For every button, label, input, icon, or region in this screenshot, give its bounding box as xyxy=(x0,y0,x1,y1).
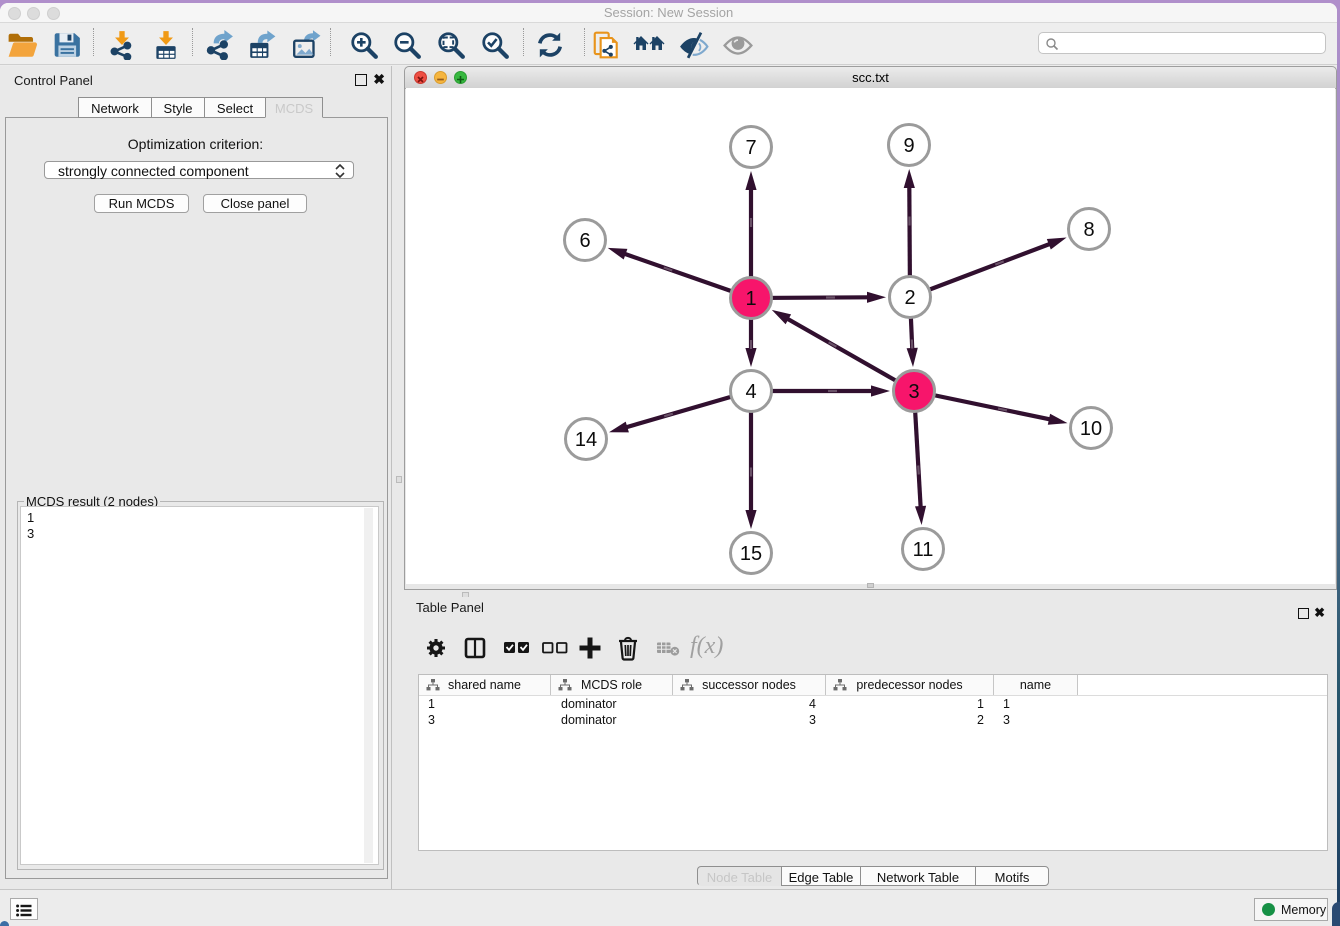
svg-text:15: 15 xyxy=(740,543,762,565)
svg-text:4: 4 xyxy=(745,381,756,403)
svg-text:10: 10 xyxy=(1080,418,1102,440)
svg-text:6: 6 xyxy=(579,230,590,252)
svg-text:14: 14 xyxy=(575,429,597,451)
svg-text:1: 1 xyxy=(745,288,756,310)
svg-text:8: 8 xyxy=(1083,219,1094,241)
svg-text:9: 9 xyxy=(903,135,914,157)
svg-text:11: 11 xyxy=(913,539,934,561)
svg-text:7: 7 xyxy=(745,137,756,159)
svg-text:2: 2 xyxy=(904,287,915,309)
svg-text:3: 3 xyxy=(908,381,919,403)
